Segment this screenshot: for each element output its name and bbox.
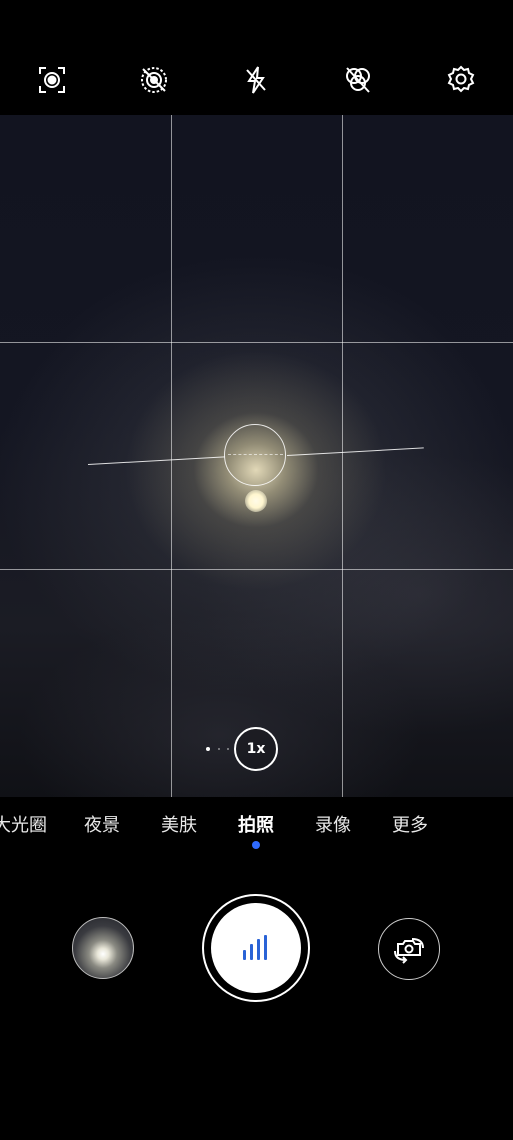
grid-line bbox=[0, 342, 513, 343]
mode-selector: 大光圈 夜景 美肤 拍照 录像 更多 bbox=[0, 797, 513, 857]
camera-flip-icon bbox=[394, 938, 424, 964]
gallery-thumbnail[interactable] bbox=[72, 917, 134, 979]
mode-beauty[interactable]: 美肤 bbox=[161, 811, 197, 837]
moon-highlight bbox=[245, 490, 267, 512]
top-toolbar bbox=[0, 0, 513, 115]
zoom-scale-dot bbox=[227, 748, 229, 750]
flash-off-icon[interactable] bbox=[238, 62, 274, 98]
shutter-inner bbox=[211, 903, 301, 993]
capture-controls bbox=[0, 857, 513, 1140]
mode-photo[interactable]: 拍照 bbox=[238, 811, 274, 837]
zoom-scale-dot bbox=[206, 747, 210, 751]
camera-flip-button[interactable] bbox=[378, 918, 440, 980]
mode-video[interactable]: 录像 bbox=[315, 811, 351, 837]
level-dashes bbox=[228, 454, 283, 455]
level-line-left bbox=[87, 456, 225, 465]
active-mode-indicator bbox=[252, 841, 260, 849]
zoom-scale-dot bbox=[218, 748, 220, 750]
mode-more[interactable]: 更多 bbox=[392, 811, 428, 837]
grid-line bbox=[342, 115, 343, 797]
ai-scene-icon[interactable] bbox=[34, 62, 70, 98]
filter-off-icon[interactable] bbox=[340, 62, 376, 98]
level-indicator bbox=[224, 424, 286, 486]
settings-icon[interactable] bbox=[443, 62, 479, 98]
live-photo-off-icon[interactable] bbox=[136, 62, 172, 98]
mode-night[interactable]: 夜景 bbox=[84, 811, 120, 837]
mode-aperture[interactable]: 大光圈 bbox=[0, 811, 47, 837]
grid-line bbox=[171, 115, 172, 797]
grid-line bbox=[0, 569, 513, 570]
bars-icon bbox=[243, 935, 267, 960]
level-line-right bbox=[286, 447, 424, 456]
shutter-button[interactable] bbox=[202, 894, 310, 1002]
zoom-button[interactable]: 1x bbox=[234, 727, 278, 771]
camera-viewfinder[interactable]: 1x bbox=[0, 115, 513, 797]
